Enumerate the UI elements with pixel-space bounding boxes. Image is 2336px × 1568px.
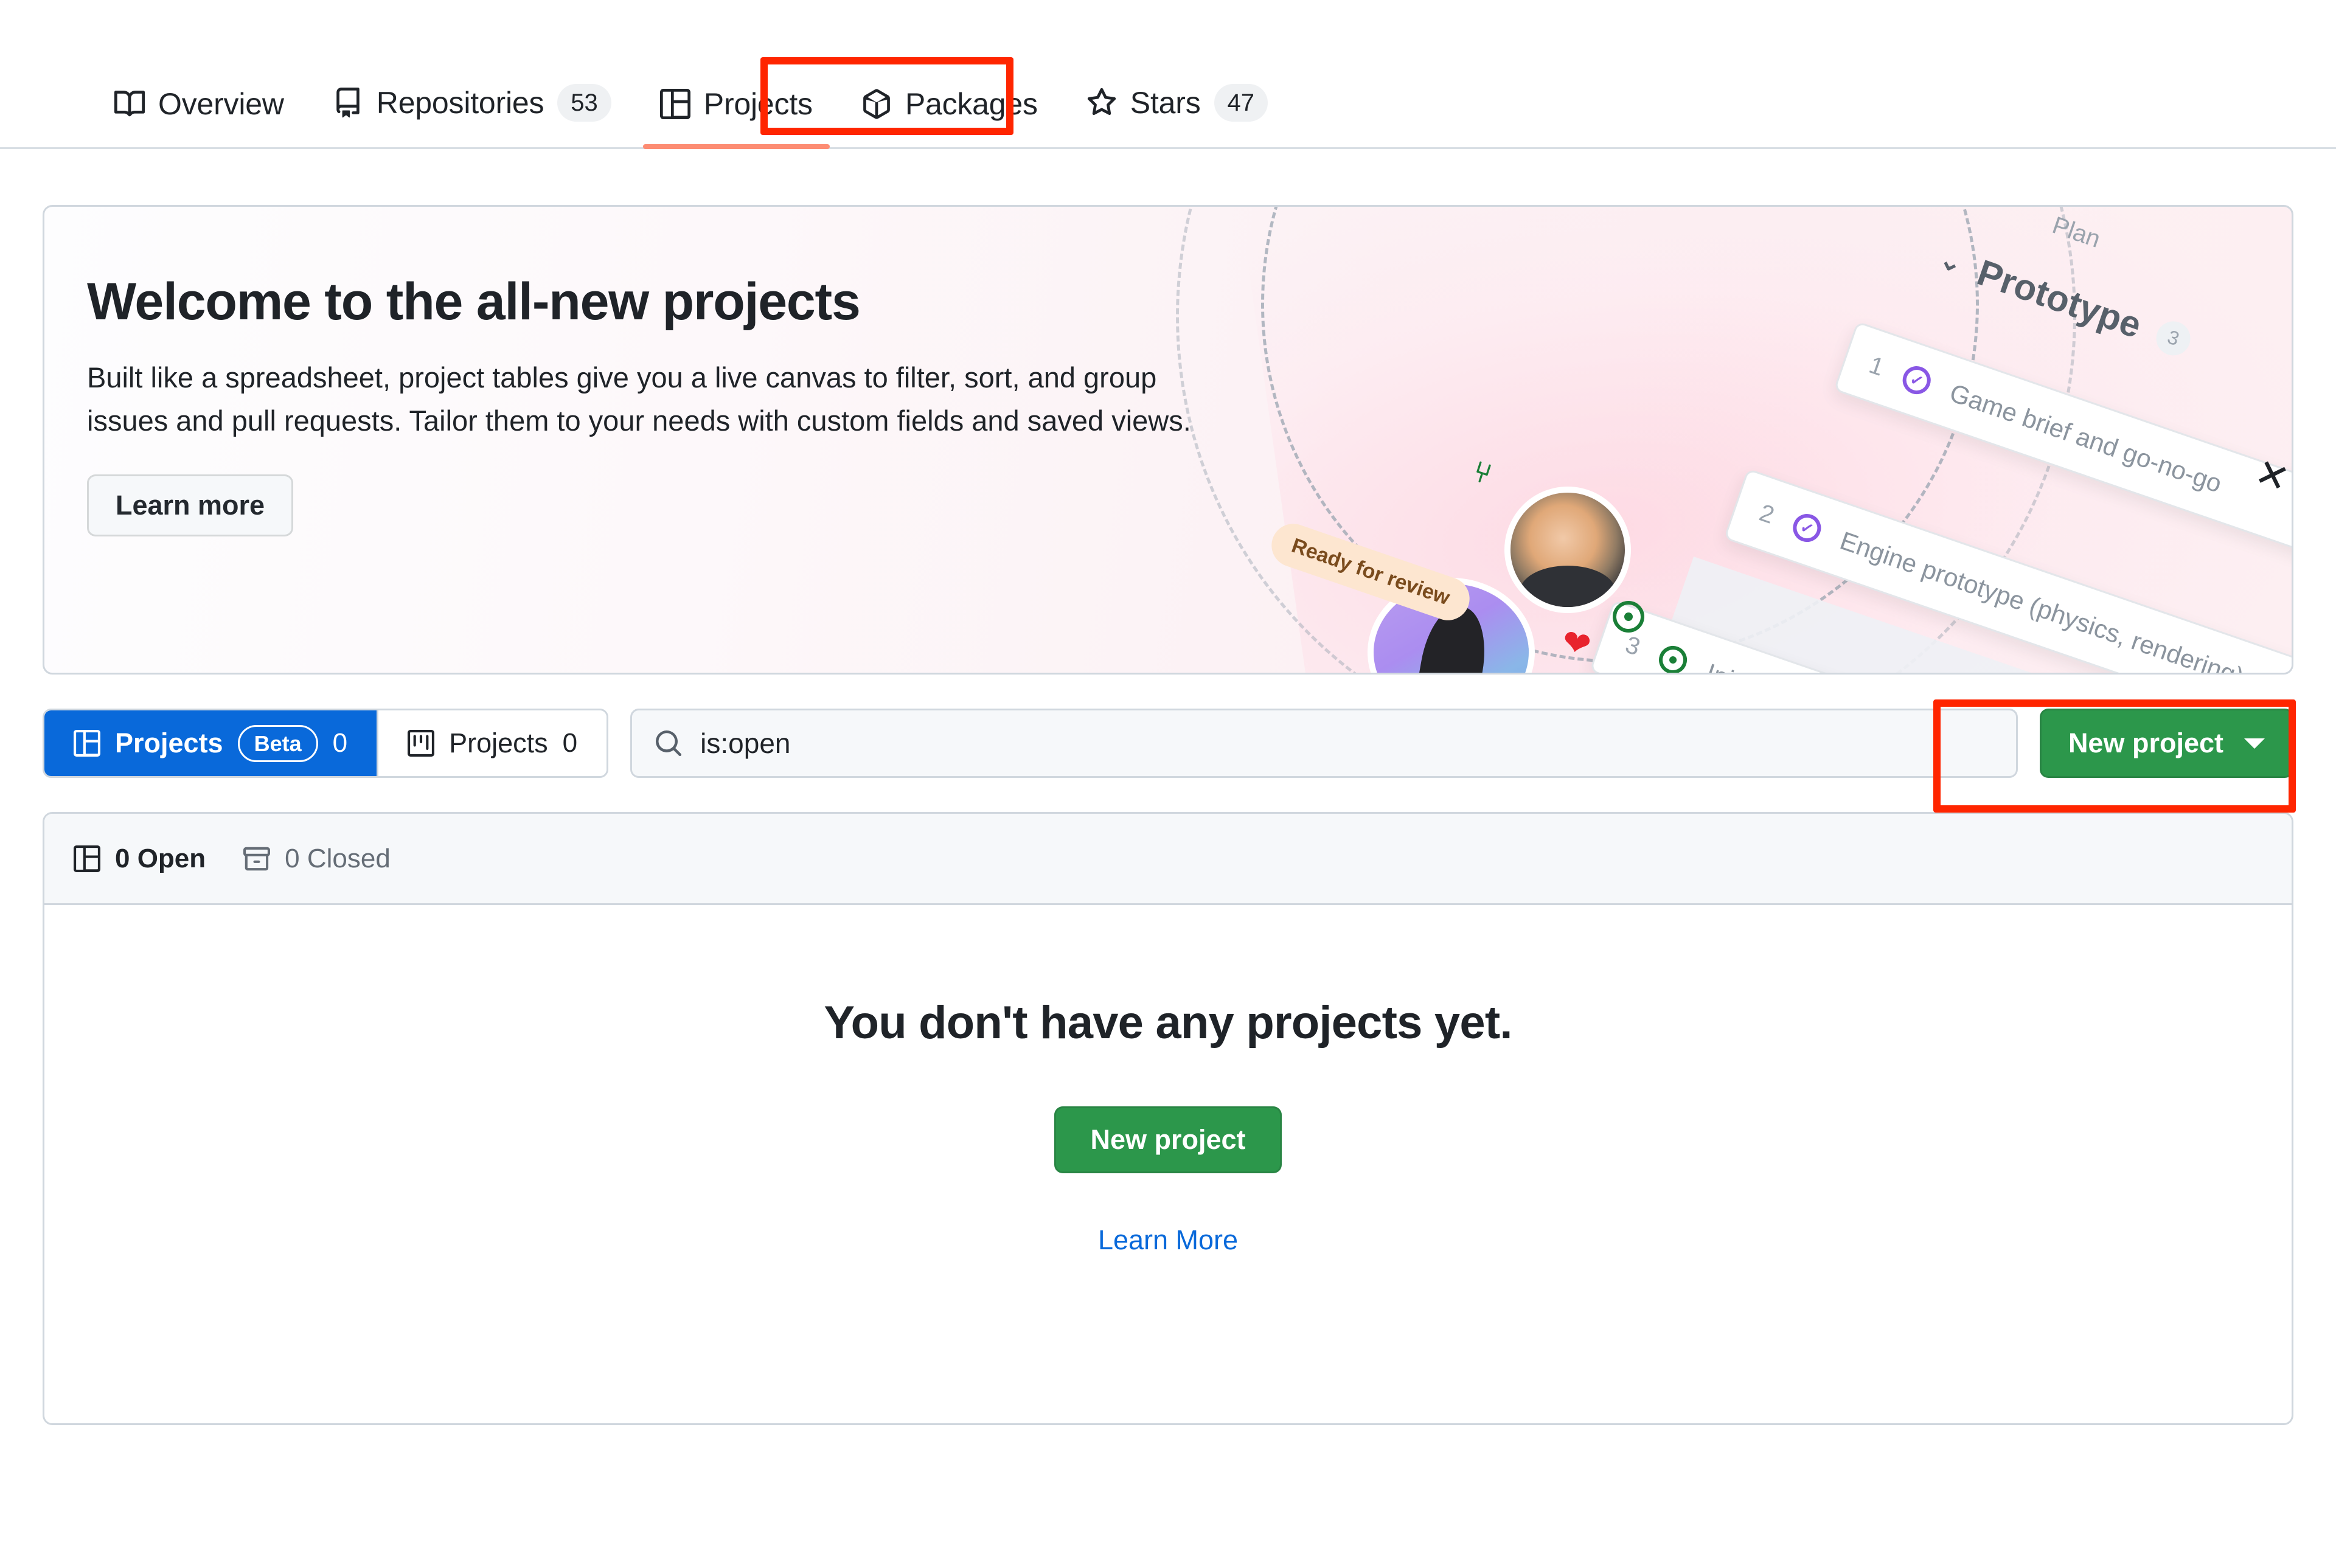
filter-open[interactable]: 0 Open <box>74 844 206 874</box>
row-number: 2 <box>1756 499 1778 529</box>
package-icon <box>861 89 892 119</box>
nav-item-label: Projects <box>703 87 813 121</box>
banner-description: Built like a spreadsheet, project tables… <box>87 361 1191 437</box>
empty-state-learn-more-link[interactable]: Learn More <box>1098 1224 1238 1256</box>
page-content: Plan 1 ✓ Game brief and go-no-go 2 ✓ Eng… <box>0 205 2336 1425</box>
banner-text-block: Welcome to the all-new projects Built li… <box>87 274 1243 536</box>
search-icon <box>654 729 683 758</box>
empty-state-title: You don't have any projects yet. <box>824 997 1512 1049</box>
projects-type-switch: Projects Beta 0 Projects 0 <box>43 709 609 778</box>
issue-open-purple-icon: ✓ <box>1899 362 1935 398</box>
tab-label: Projects <box>449 727 548 758</box>
repo-icon <box>333 88 363 118</box>
filter-closed[interactable]: 0 Closed <box>243 844 391 874</box>
tab-label: Projects <box>115 727 223 758</box>
tab-count: 0 <box>332 728 348 758</box>
star-icon <box>1086 88 1117 118</box>
nav-item-count: 47 <box>1214 84 1268 122</box>
filter-label: 0 Closed <box>285 843 391 873</box>
projects-welcome-banner: Plan 1 ✓ Game brief and go-no-go 2 ✓ Eng… <box>43 205 2293 675</box>
projects-empty-state: You don't have any projects yet. New pro… <box>44 905 2292 1423</box>
issue-open-purple-icon: ✓ <box>1789 510 1825 546</box>
issue-open-green-icon <box>1613 601 1644 633</box>
search-input-wrapper[interactable]: is:open <box>630 709 2018 778</box>
tab-count: 0 <box>562 728 578 758</box>
nav-item-label: Repositories <box>376 86 544 120</box>
nav-item-overview[interactable]: Overview <box>90 86 308 147</box>
learn-more-button[interactable]: Learn more <box>87 474 294 536</box>
row-number: 1 <box>1866 351 1888 381</box>
projects-list-filters: 0 Open 0 Closed <box>44 814 2292 905</box>
page-title: Welcome to the all-new projects <box>87 272 861 331</box>
tab-projects-beta[interactable]: Projects Beta 0 <box>44 710 377 776</box>
projects-toolbar: Projects Beta 0 Projects 0 is:open New p… <box>43 709 2293 778</box>
nav-item-projects[interactable]: Projects <box>636 86 837 149</box>
nav-item-label: Stars <box>1130 86 1201 120</box>
archive-icon <box>243 845 271 872</box>
nav-item-stars[interactable]: Stars 47 <box>1062 84 1292 147</box>
book-icon <box>114 89 145 119</box>
new-project-label: New project <box>2068 727 2223 758</box>
search-input[interactable]: is:open <box>700 727 790 760</box>
nav-item-count: 53 <box>557 84 611 122</box>
tab-projects-classic[interactable]: Projects 0 <box>377 710 607 776</box>
nav-item-repositories[interactable]: Repositories 53 <box>308 84 636 147</box>
chevron-down-icon[interactable] <box>2244 738 2265 749</box>
table-icon <box>74 730 100 757</box>
issue-open-green-icon <box>1655 642 1691 673</box>
empty-state-new-project-button[interactable]: New project <box>1054 1106 1282 1173</box>
projects-list-card: 0 Open 0 Closed You don't have any proje… <box>43 812 2293 1425</box>
table-icon <box>74 845 100 872</box>
new-project-button[interactable]: New project <box>2039 709 2293 778</box>
profile-nav: Overview Repositories 53 Projects Packag… <box>0 0 2336 149</box>
project-board-icon <box>408 730 435 757</box>
beta-badge: Beta <box>237 724 318 762</box>
filter-label: 0 Open <box>115 843 206 873</box>
avatar <box>1510 493 1625 607</box>
nav-item-packages[interactable]: Packages <box>837 86 1062 147</box>
active-tab-underline <box>642 144 830 149</box>
row-number: 3 <box>1622 631 1644 661</box>
nav-item-label: Packages <box>905 87 1038 121</box>
table-icon <box>659 89 690 119</box>
nav-item-label: Overview <box>158 87 284 121</box>
